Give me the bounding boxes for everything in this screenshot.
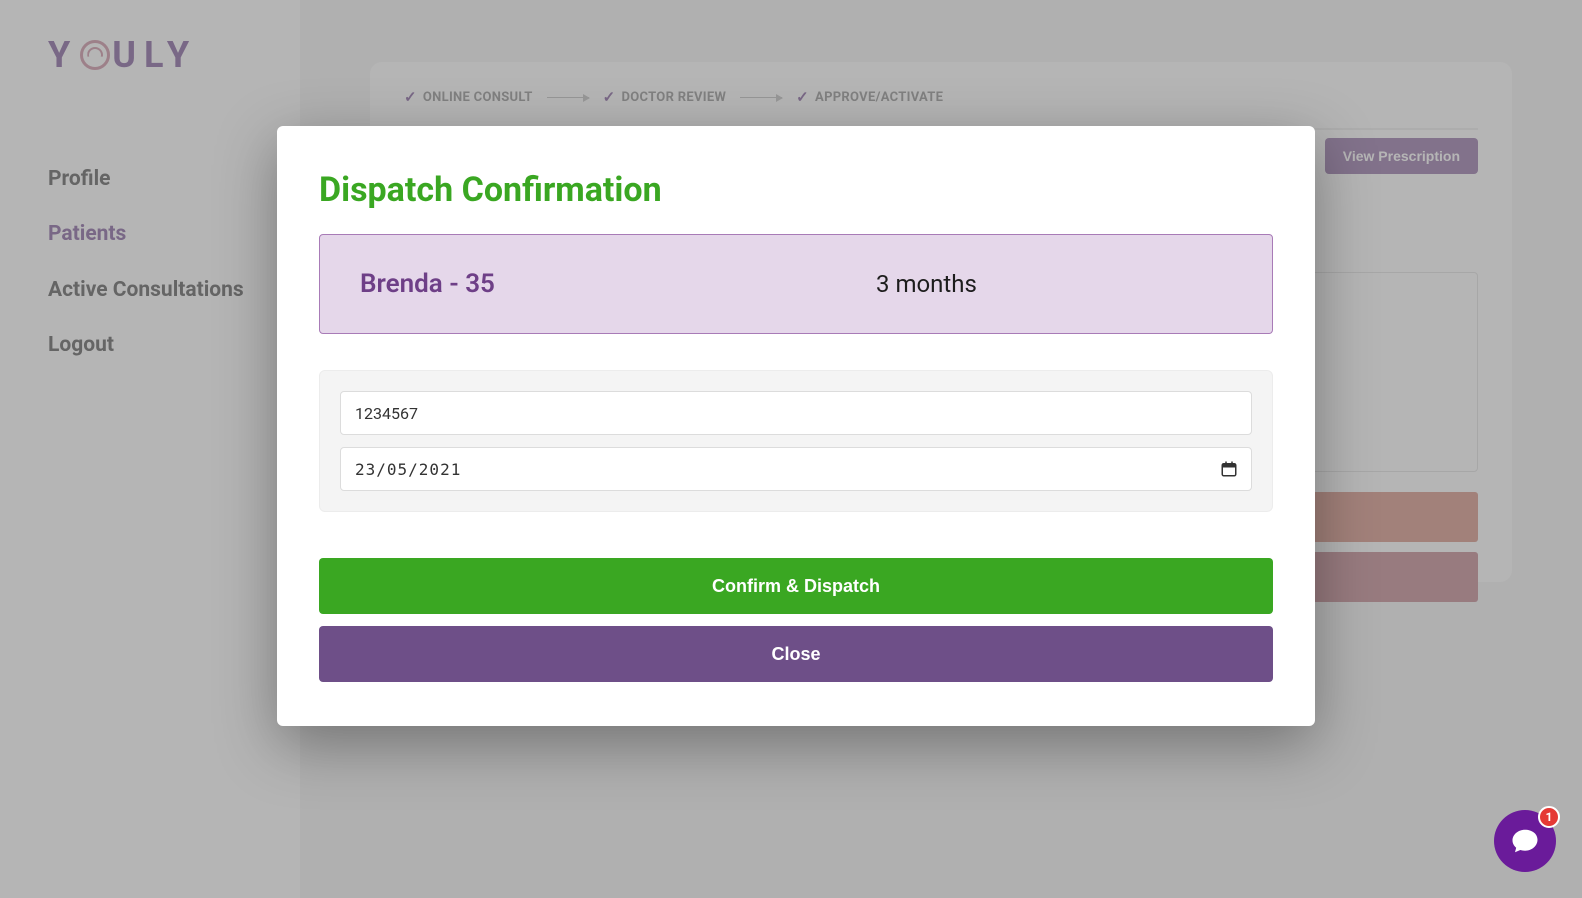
progress-steps: ✓ ONLINE CONSULT ✓ DOCTOR REVIEW ✓ APPRO… xyxy=(404,88,1478,130)
check-icon: ✓ xyxy=(796,88,809,106)
tracking-number-input[interactable] xyxy=(340,391,1252,435)
patient-info-banner: Brenda - 35 3 months xyxy=(319,234,1273,334)
sidebar-item-logout[interactable]: Logout xyxy=(48,332,252,359)
dispatch-date-input[interactable] xyxy=(340,447,1252,491)
check-icon: ✓ xyxy=(404,88,417,106)
patient-name: Brenda - 35 xyxy=(360,269,796,299)
sidebar-nav: Profile Patients Active Consultations Lo… xyxy=(48,166,252,359)
arrow-icon xyxy=(547,97,589,98)
globe-icon xyxy=(80,40,110,70)
dispatch-confirmation-modal: Dispatch Confirmation Brenda - 35 3 mont… xyxy=(277,126,1315,726)
sidebar-item-patients[interactable]: Patients xyxy=(48,221,252,248)
brand-logo: Y ULY xyxy=(48,34,252,76)
chat-unread-badge: 1 xyxy=(1538,806,1560,828)
sidebar-item-profile[interactable]: Profile xyxy=(48,166,252,193)
sidebar: Y ULY Profile Patients Active Consultati… xyxy=(0,0,300,898)
modal-actions: Confirm & Dispatch Close xyxy=(319,558,1273,682)
chat-widget-button[interactable]: 1 xyxy=(1494,810,1556,872)
check-icon: ✓ xyxy=(603,88,616,106)
close-modal-button[interactable]: Close xyxy=(319,626,1273,682)
progress-step-doctor-review: ✓ DOCTOR REVIEW xyxy=(603,88,727,106)
prescription-duration: 3 months xyxy=(796,270,1232,298)
progress-step-online-consult: ✓ ONLINE CONSULT xyxy=(404,88,533,106)
sidebar-item-active-consultations[interactable]: Active Consultations xyxy=(48,277,252,304)
confirm-dispatch-button[interactable]: Confirm & Dispatch xyxy=(319,558,1273,614)
view-prescription-button[interactable]: View Prescription xyxy=(1325,138,1478,174)
dispatch-form xyxy=(319,370,1273,512)
modal-title: Dispatch Confirmation xyxy=(319,170,1273,210)
arrow-icon xyxy=(740,97,782,98)
chat-icon xyxy=(1510,826,1540,856)
progress-step-approve: ✓ APPROVE/ACTIVATE xyxy=(796,88,943,106)
